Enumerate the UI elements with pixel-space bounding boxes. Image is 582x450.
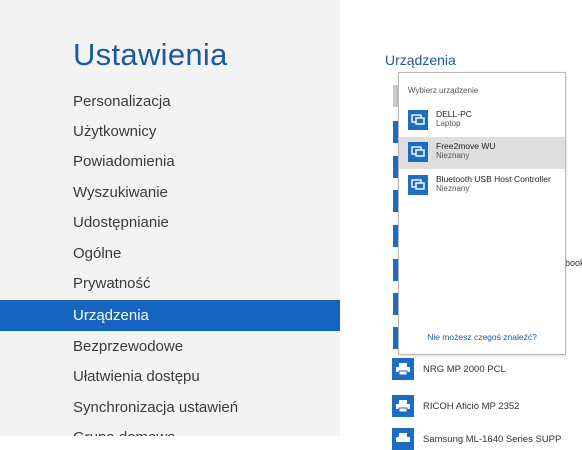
pc-icon [408,142,428,162]
nav-item-udostepnianie[interactable]: Udostępnianie [0,207,340,238]
cant-find-link[interactable]: Nie możesz czegoś znaleźć? [399,332,565,342]
nav-item-ogolne[interactable]: Ogólne [0,238,340,269]
nav-item-powiadomienia[interactable]: Powiadomienia [0,146,340,177]
flyout-item-bluetooth-controller[interactable]: Bluetooth USB Host Controller Nieznany [399,170,565,202]
nav-item-urzadzenia[interactable]: Urządzenia [0,300,340,331]
nav-item-bezprzewodowe[interactable]: Bezprzewodowe [0,331,340,362]
device-name: Samsung ML-1640 Series SUPP [423,433,562,445]
nav-item-ulatwienia-dostepu[interactable]: Ułatwienia dostępu [0,361,340,392]
nav-item-prywatnosc[interactable]: Prywatność [0,268,340,299]
flyout-item-name: Free2move WU [436,141,496,151]
flyout-header: Wybierz urządzenie [408,86,479,95]
flyout-item-dell-pc[interactable]: DELL-PC Laptop [399,105,565,137]
flyout-item-name: Bluetooth USB Host Controller [436,174,551,184]
printer-icon [392,358,414,380]
printer-icon [392,428,414,450]
flyout-item-name: DELL-PC [436,109,472,119]
device-name: NRG MP 2000 PCL [423,363,506,375]
choose-device-flyout: Wybierz urządzenie DELL-PC Laptop Free2m… [398,72,566,355]
device-row[interactable]: NRG MP 2000 PCL [392,358,506,380]
nav-item-synchronizacja[interactable]: Synchronizacja ustawień [0,392,340,423]
flyout-item-free2move[interactable]: Free2move WU Nieznany [399,137,565,169]
device-row[interactable]: RICOH Aficio MP 2352 [392,395,519,417]
pc-icon [408,175,428,195]
pc-icon [408,110,428,130]
flyout-item-type: Nieznany [436,184,470,193]
nav-item-uzytkownicy[interactable]: Użytkownicy [0,116,340,147]
settings-title: Ustawienia [73,37,228,72]
settings-panel: Ustawienia Personalizacja Użytkownicy Po… [0,0,340,436]
device-name: RICOH Aficio MP 2352 [423,400,520,412]
nav-item-wyszukiwanie[interactable]: Wyszukiwanie [0,177,340,208]
flyout-item-type: Nieznany [436,151,470,160]
nav-item-personalizacja[interactable]: Personalizacja [0,86,340,117]
nav-item-grupa-domowa[interactable]: Grupa domowa [0,422,340,436]
devices-page-title: Urządzenia [385,52,456,68]
printer-icon [392,395,414,417]
device-row[interactable]: Samsung ML-1640 Series SUPP [392,428,561,450]
flyout-item-type: Laptop [436,119,461,128]
device-label-partial: book [565,258,582,268]
